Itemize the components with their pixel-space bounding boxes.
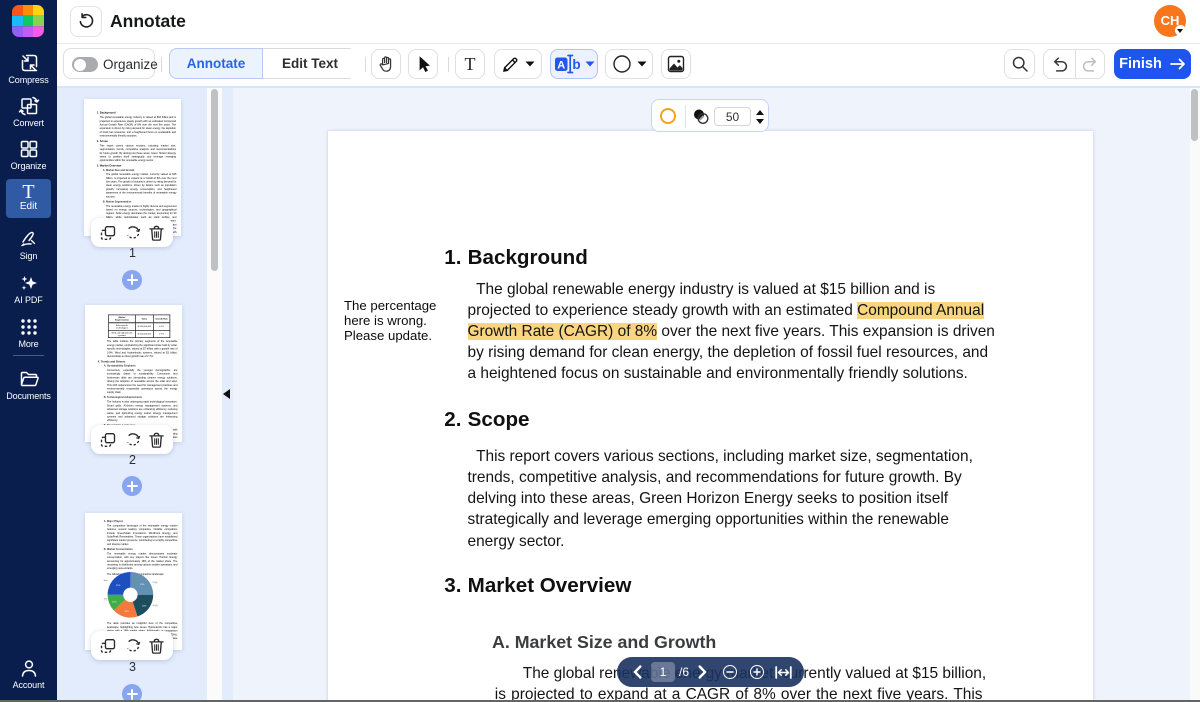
svg-text:25%: 25%	[116, 585, 120, 587]
svg-text:25.0%: 25.0%	[152, 582, 157, 584]
svg-text:A: A	[557, 60, 565, 72]
svg-text:20.0%: 20.0%	[152, 605, 157, 607]
svg-text:Solar: Solar	[103, 580, 108, 582]
svg-text:12%: 12%	[103, 598, 107, 600]
svg-text:25%: 25%	[140, 584, 144, 586]
svg-text:20%: 20%	[142, 605, 146, 607]
svg-text:18%: 18%	[124, 611, 128, 613]
svg-text:b: b	[572, 57, 580, 72]
svg-text:12%: 12%	[112, 601, 116, 603]
